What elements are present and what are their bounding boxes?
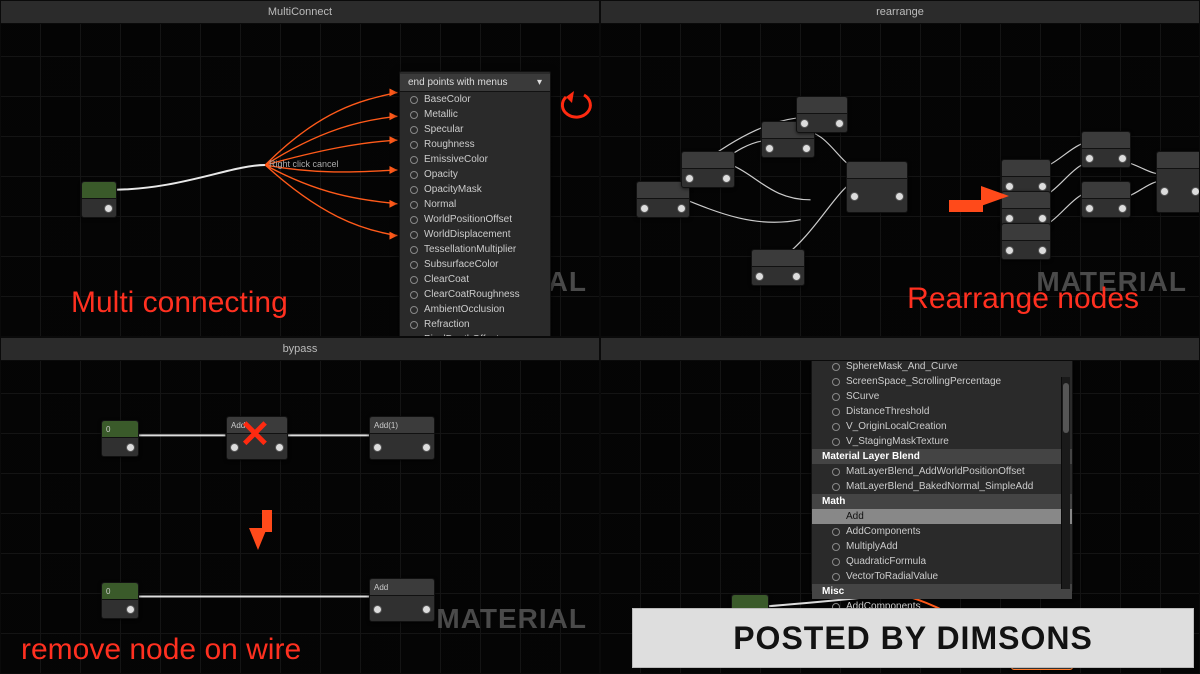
undo-arrow-icon <box>556 91 596 126</box>
menu-item[interactable]: V_StagingMaskTexture <box>812 434 1072 449</box>
hint-text: Right click cancel <box>269 159 339 169</box>
menu-item[interactable]: Normal <box>400 197 550 212</box>
scrollbar[interactable] <box>1061 377 1070 589</box>
const-node[interactable]: 0 <box>101 420 139 457</box>
menu-item[interactable]: BaseColor <box>400 92 550 107</box>
menu-item[interactable]: MatLayerBlend_BakedNormal_SimpleAdd <box>812 479 1072 494</box>
source-node[interactable] <box>81 181 117 218</box>
menu-item[interactable]: SubsurfaceColor <box>400 257 550 272</box>
menu-item[interactable]: QuadraticFormula <box>812 554 1072 569</box>
panel-title: MultiConnect <box>268 6 332 18</box>
node-label: Add <box>227 417 287 434</box>
menu-item[interactable]: Opacity <box>400 167 550 182</box>
node-label: Add(1) <box>370 417 434 434</box>
node-label: 0 <box>102 583 138 600</box>
output-pin[interactable] <box>104 204 113 213</box>
menu-item[interactable]: ScreenSpace_ScrollingPercentage <box>812 374 1072 389</box>
add-node[interactable]: Add <box>369 578 435 622</box>
panel-title: bypass <box>283 343 318 355</box>
scrollbar-thumb[interactable] <box>1063 383 1069 433</box>
menu-item[interactable]: WorldPositionOffset <box>400 212 550 227</box>
attribution-banner: POSTED BY DIMSONS <box>632 608 1194 668</box>
menu-item[interactable]: AddComponents <box>812 524 1072 539</box>
menu-item[interactable]: Specular <box>400 122 550 137</box>
node-label: Add <box>370 579 434 596</box>
titlebar: rearrange <box>601 1 1199 24</box>
menu-item[interactable]: SCurve <box>812 389 1072 404</box>
menu-item[interactable]: TessellationMultiplier <box>400 242 550 257</box>
titlebar <box>601 338 1199 361</box>
panel-title: rearrange <box>876 6 924 18</box>
titlebar: MultiConnect <box>1 1 599 24</box>
const-node[interactable]: 0 <box>101 582 139 619</box>
menu-item[interactable]: Roughness <box>400 137 550 152</box>
graph-node[interactable] <box>796 96 848 133</box>
menu-item[interactable]: DistanceThreshold <box>812 404 1072 419</box>
menu-item[interactable]: V_OriginLocalCreation <box>812 419 1072 434</box>
titlebar: bypass <box>1 338 599 361</box>
graph-node[interactable] <box>681 151 735 188</box>
menu-item[interactable]: SphereMask_And_Curve <box>812 359 1072 374</box>
graph-node[interactable] <box>1081 131 1131 168</box>
graph-node[interactable] <box>751 249 805 286</box>
menu-item[interactable]: MatLayerBlend_AddWorldPositionOffset <box>812 464 1072 479</box>
node-label: 0 <box>102 421 138 438</box>
menu-section: Math <box>812 494 1072 509</box>
add-node[interactable]: Add <box>226 416 288 460</box>
menu-item-highlighted[interactable]: Add <box>812 509 1072 524</box>
graph-node[interactable] <box>1156 151 1200 213</box>
panel-bypass: bypass 0 Add Add(1) ✕ 0 Add MATERIAL rem… <box>0 337 600 674</box>
panel-rearrange: rearrange <box>600 0 1200 337</box>
menu-item[interactable]: Refraction <box>400 317 550 332</box>
context-menu[interactable]: end points with menus▾ BaseColor Metalli… <box>399 71 551 337</box>
menu-item[interactable]: Metallic <box>400 107 550 122</box>
context-menu[interactable]: SphereMask_And_Curve ScreenSpace_Scrolli… <box>811 356 1073 592</box>
menu-item[interactable]: AmbientOcclusion <box>400 302 550 317</box>
down-arrow-icon <box>249 528 267 550</box>
graph-node[interactable] <box>1081 181 1131 218</box>
watermark: MATERIAL <box>1036 266 1187 298</box>
menu-item[interactable]: OpacityMask <box>400 182 550 197</box>
add-node[interactable]: Add(1) <box>369 416 435 460</box>
node-head <box>82 182 116 199</box>
menu-item[interactable]: ClearCoatRoughness <box>400 287 550 302</box>
menu-section: Misc <box>812 584 1072 599</box>
watermark: MATERIAL <box>436 603 587 635</box>
transform-arrow-icon <box>981 186 1009 206</box>
menu-item[interactable]: WorldDisplacement <box>400 227 550 242</box>
panel-caption: Multi connecting <box>71 286 288 320</box>
menu-item[interactable]: MultiplyAdd <box>812 539 1072 554</box>
menu-item[interactable]: VectorToRadialValue <box>812 569 1072 584</box>
graph-node[interactable] <box>846 161 908 213</box>
graph-node[interactable] <box>1001 223 1051 260</box>
menu-item[interactable]: ClearCoat <box>400 272 550 287</box>
menu-section: Material Layer Blend <box>812 449 1072 464</box>
menu-item[interactable]: EmissiveColor <box>400 152 550 167</box>
context-menu-header: end points with menus▾ <box>400 74 550 92</box>
panel-caption: remove node on wire <box>21 633 301 667</box>
panel-multiconnect: MultiConnect Right click cancel end poin… <box>0 0 600 337</box>
